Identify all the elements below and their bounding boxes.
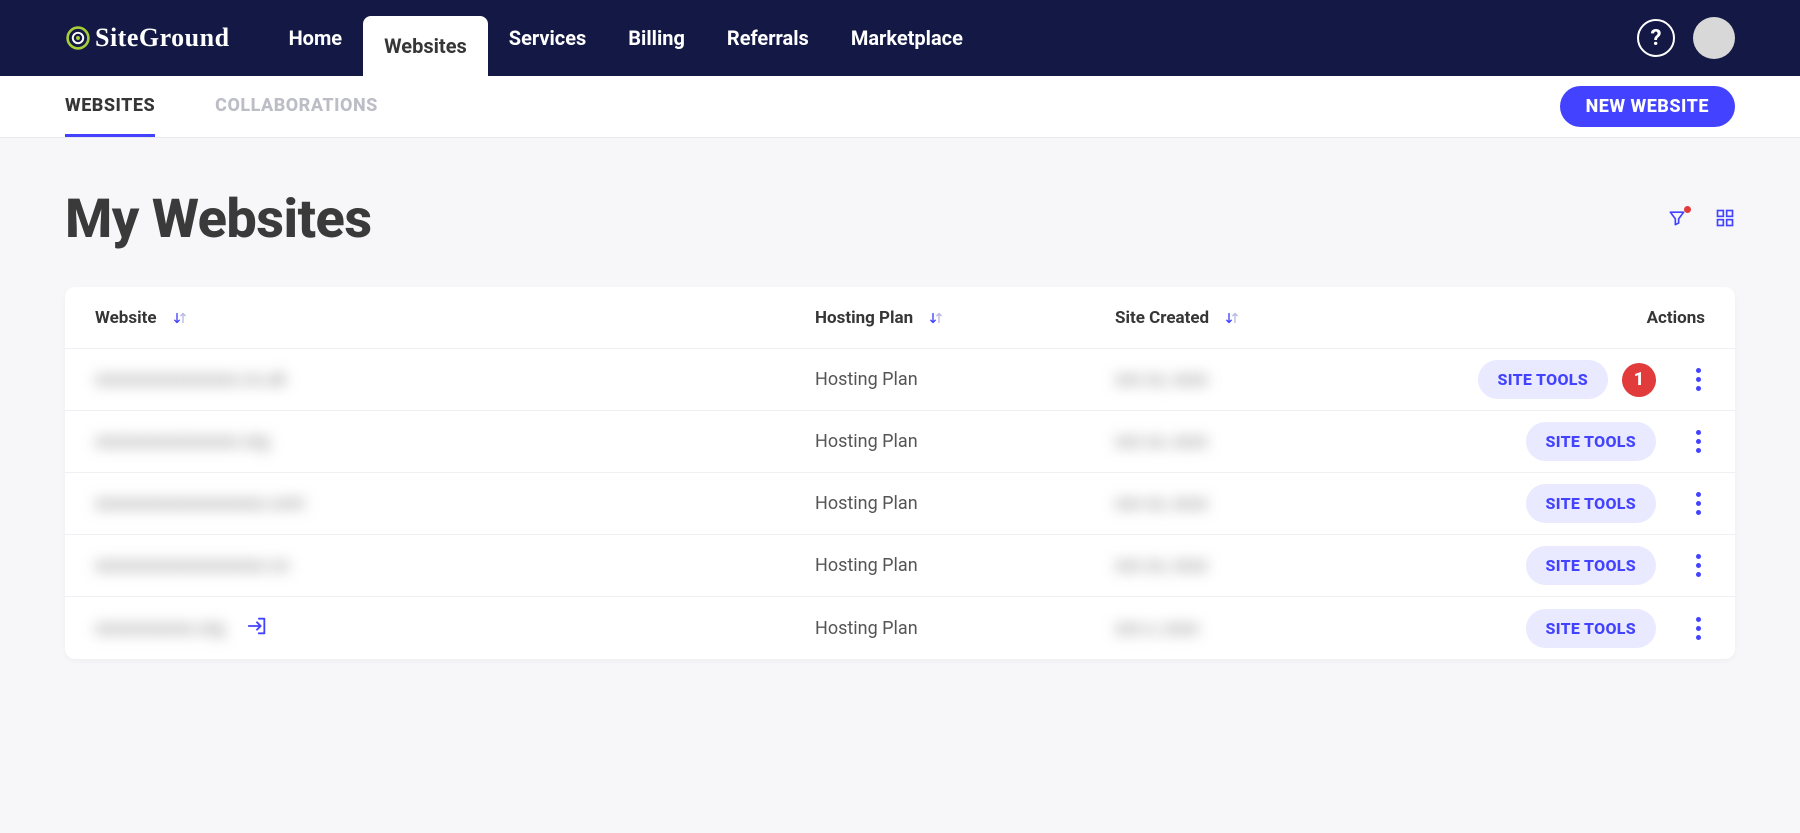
table-row: xxxxxxxxxxxxxxxx.org Hosting Planxxx xx, … (65, 411, 1735, 473)
top-nav: SiteGround HomeWebsitesServicesBillingRe… (0, 0, 1800, 76)
grid-view-button[interactable] (1715, 208, 1735, 232)
nav-tab-services[interactable]: Services (488, 0, 608, 76)
created-date: xxx x, xxxx (1115, 618, 1199, 639)
sub-tab-websites[interactable]: WEBSITES (65, 76, 155, 137)
cell-website: xxxxxxxxxxxxxxxxxxx.com (95, 493, 815, 514)
brand-name: SiteGround (95, 23, 230, 53)
cell-website: xxxxxxxxxxx.org (95, 615, 815, 641)
site-tools-button[interactable]: SITE TOOLS (1478, 360, 1608, 399)
cell-actions: SITE TOOLS (1405, 546, 1705, 585)
nav-tab-home[interactable]: Home (268, 0, 364, 76)
site-tools-button[interactable]: SITE TOOLS (1526, 422, 1656, 461)
cell-plan: Hosting Plan (815, 493, 1115, 514)
created-date: xxx xx, xxxx (1115, 555, 1208, 576)
avatar[interactable] (1693, 17, 1735, 59)
created-date: xxx xx, xxxx (1115, 493, 1208, 514)
cell-plan: Hosting Plan (815, 369, 1115, 390)
filter-indicator-dot (1684, 206, 1691, 213)
th-website[interactable]: Website (95, 308, 815, 328)
th-plan-label: Hosting Plan (815, 308, 913, 328)
website-name[interactable]: xxxxxxxxxxx.org (95, 618, 224, 639)
cell-actions: SITE TOOLS (1405, 609, 1705, 648)
more-actions-button[interactable] (1692, 613, 1705, 644)
cell-plan: Hosting Plan (815, 618, 1115, 639)
cell-actions: SITE TOOLS (1405, 422, 1705, 461)
page-header-actions (1667, 208, 1735, 232)
cell-plan: Hosting Plan (815, 431, 1115, 452)
cell-created: xxx x, xxxx (1115, 618, 1405, 639)
nav-right: ? (1637, 17, 1735, 59)
cell-created: xxx xx, xxxx (1115, 369, 1405, 390)
th-actions-label: Actions (1647, 308, 1705, 328)
cell-created: xxx xx, xxxx (1115, 555, 1405, 576)
page: My Websites Website (0, 138, 1800, 709)
table-row: xxxxxxxxxxx.org Hosting Planxxx x, xxxx SI… (65, 597, 1735, 659)
th-plan[interactable]: Hosting Plan (815, 308, 1115, 328)
cell-website: xxxxxxxxxxxxxxxx.co.uk (95, 369, 815, 390)
nav-tab-websites[interactable]: Websites (363, 16, 488, 76)
th-created[interactable]: Site Created (1115, 308, 1405, 328)
cell-website: xxxxxxxxxxxxxxxxxxx.co (95, 555, 815, 576)
more-actions-button[interactable] (1692, 364, 1705, 395)
login-icon[interactable] (246, 615, 268, 641)
website-name[interactable]: xxxxxxxxxxxxxxxxxxx.com (95, 493, 305, 514)
nav-tab-marketplace[interactable]: Marketplace (830, 0, 984, 76)
table-body: xxxxxxxxxxxxxxxx.co.ukHosting Planxxx xx… (65, 349, 1735, 659)
annotation-badge: 1 (1622, 363, 1656, 397)
created-date: xxx xx, xxxx (1115, 369, 1208, 390)
sub-tabs: WEBSITES COLLABORATIONS (65, 76, 378, 137)
nav-tab-referrals[interactable]: Referrals (706, 0, 830, 76)
sort-icon (171, 309, 189, 327)
created-date: xxx xx, xxxx (1115, 431, 1208, 452)
cell-created: xxx xx, xxxx (1115, 431, 1405, 452)
sort-icon (927, 309, 945, 327)
page-title: My Websites (65, 188, 372, 251)
brand-swirl-icon (65, 25, 91, 51)
th-website-label: Website (95, 308, 157, 328)
site-tools-button[interactable]: SITE TOOLS (1526, 484, 1656, 523)
cell-actions: SITE TOOLS (1405, 484, 1705, 523)
new-website-button[interactable]: NEW WEBSITE (1560, 86, 1735, 127)
more-actions-button[interactable] (1692, 488, 1705, 519)
th-actions: Actions (1405, 308, 1705, 328)
website-name[interactable]: xxxxxxxxxxxxxxxx.org (95, 431, 269, 452)
cell-actions: SITE TOOLS 1 (1405, 360, 1705, 399)
grid-icon (1715, 208, 1735, 228)
table-row: xxxxxxxxxxxxxxxxxxx.co Hosting Planxxx xx… (65, 535, 1735, 597)
nav-tabs: HomeWebsitesServicesBillingReferralsMark… (268, 0, 984, 76)
table-row: xxxxxxxxxxxxxxxxxxx.com Hosting Planxxx x… (65, 473, 1735, 535)
website-name[interactable]: xxxxxxxxxxxxxxxx.co.uk (95, 369, 286, 390)
th-created-label: Site Created (1115, 308, 1209, 328)
sub-nav: WEBSITES COLLABORATIONS NEW WEBSITE (0, 76, 1800, 138)
websites-table: Website Hosting Plan Site Created (65, 287, 1735, 659)
website-name[interactable]: xxxxxxxxxxxxxxxxxxx.co (95, 555, 289, 576)
table-row: xxxxxxxxxxxxxxxx.co.uk Hosting Planxxx xx… (65, 349, 1735, 411)
sub-tab-collaborations[interactable]: COLLABORATIONS (215, 76, 378, 137)
sort-icon (1223, 309, 1241, 327)
site-tools-button[interactable]: SITE TOOLS (1526, 609, 1656, 648)
cell-website: xxxxxxxxxxxxxxxx.org (95, 431, 815, 452)
cell-plan: Hosting Plan (815, 555, 1115, 576)
more-actions-button[interactable] (1692, 550, 1705, 581)
brand-logo[interactable]: SiteGround (65, 23, 230, 53)
nav-tab-billing[interactable]: Billing (607, 0, 706, 76)
filter-button[interactable] (1667, 208, 1687, 232)
site-tools-button[interactable]: SITE TOOLS (1526, 546, 1656, 585)
more-actions-button[interactable] (1692, 426, 1705, 457)
page-header-row: My Websites (65, 188, 1735, 251)
help-button[interactable]: ? (1637, 19, 1675, 57)
new-website-label: NEW WEBSITE (1586, 96, 1709, 117)
help-icon: ? (1651, 26, 1662, 51)
table-header: Website Hosting Plan Site Created (65, 287, 1735, 349)
cell-created: xxx xx, xxxx (1115, 493, 1405, 514)
